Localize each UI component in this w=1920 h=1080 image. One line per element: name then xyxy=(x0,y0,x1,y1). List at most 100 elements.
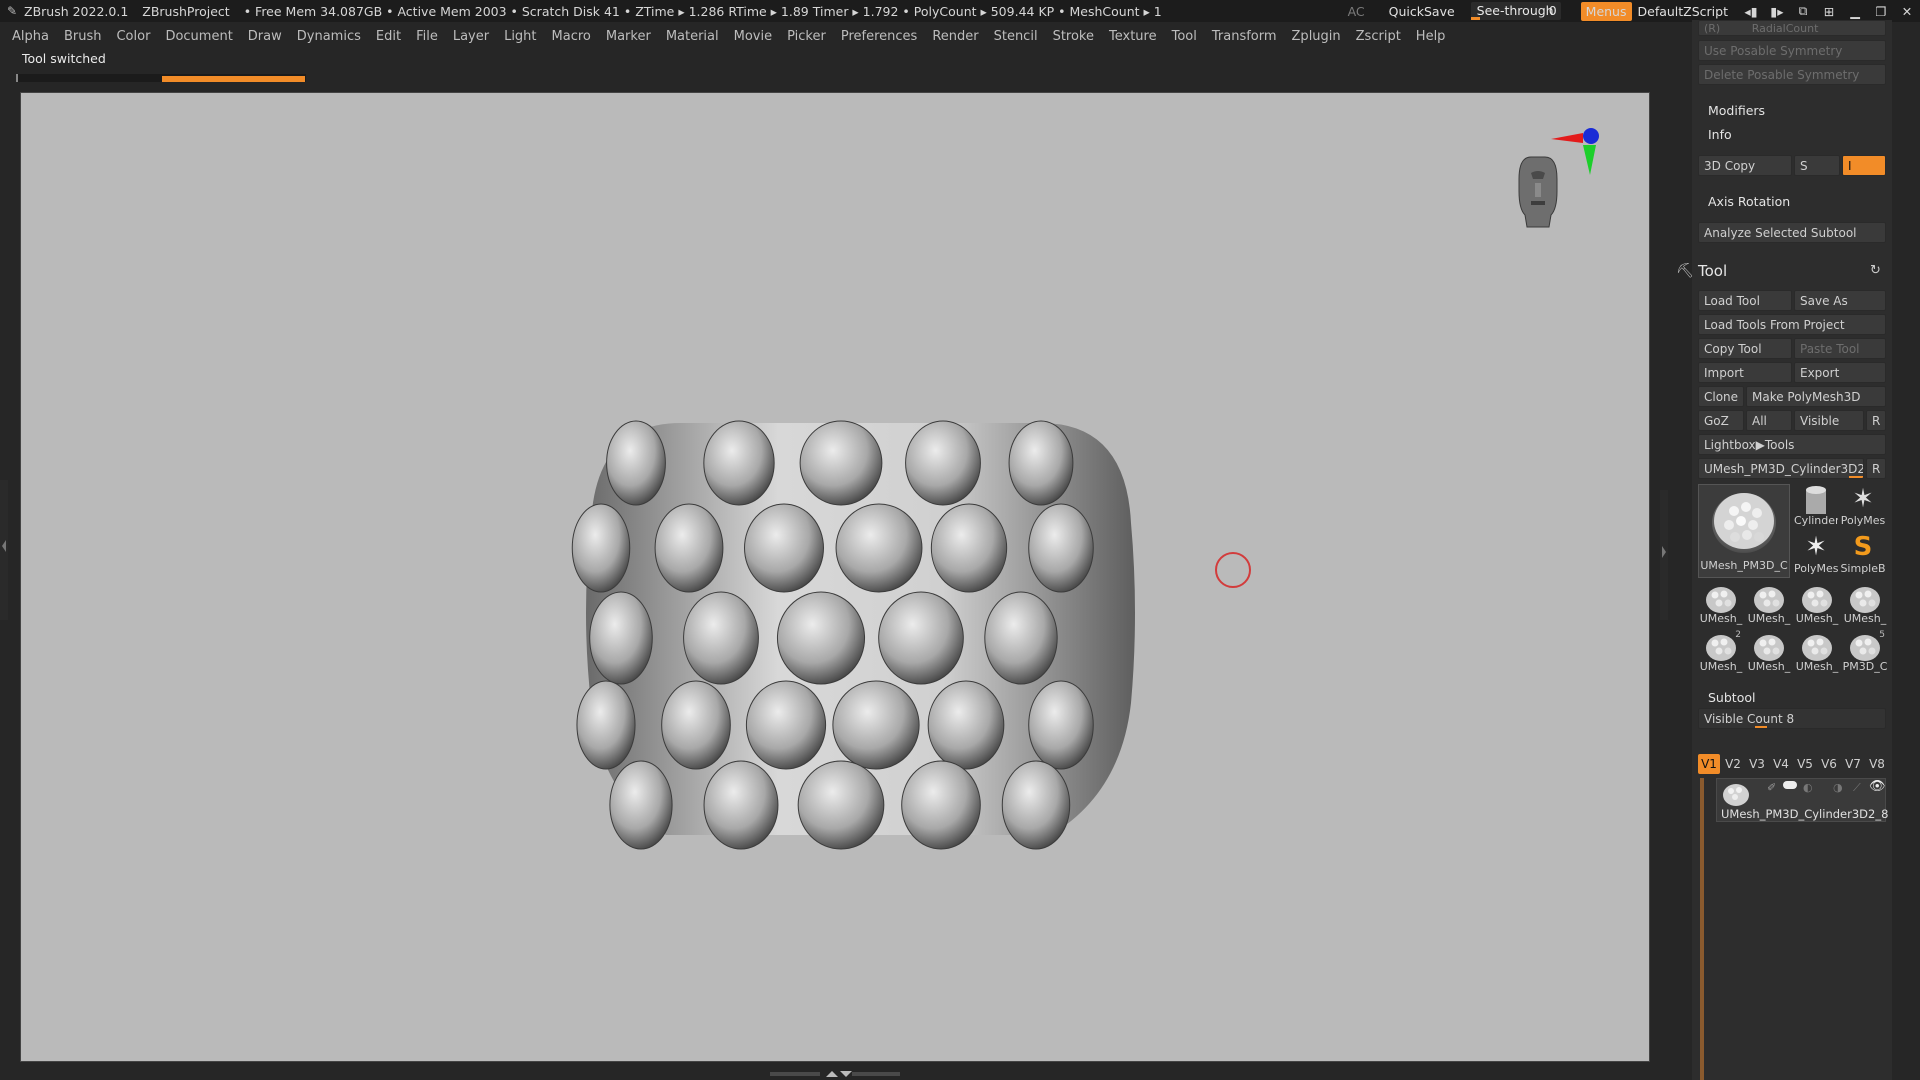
visible-count-slider[interactable]: Visible Count 8 xyxy=(1698,708,1886,729)
tool-thumbnail[interactable]: UMesh_ xyxy=(1842,582,1888,628)
menu-preferences[interactable]: Preferences xyxy=(841,29,917,44)
menu-stencil[interactable]: Stencil xyxy=(994,29,1038,44)
menu-document[interactable]: Document xyxy=(165,29,232,44)
tool-thumbnail[interactable]: UMesh_ xyxy=(1746,630,1792,676)
menu-render[interactable]: Render xyxy=(932,29,978,44)
right-tray-handle[interactable] xyxy=(1660,490,1668,620)
menu-zscript[interactable]: Zscript xyxy=(1356,29,1401,44)
quicksave-button[interactable]: QuickSave xyxy=(1389,4,1455,19)
bottom-tray-handle[interactable] xyxy=(770,1070,900,1078)
menu-dynamics[interactable]: Dynamics xyxy=(297,29,361,44)
tool-palette-header[interactable]: ⛏ Tool ↻ xyxy=(1672,260,1892,286)
load-tool-button[interactable]: Load Tool xyxy=(1698,290,1792,311)
see-through-slider[interactable]: See-through 0 xyxy=(1470,2,1561,20)
3d-copy-s-button[interactable]: S xyxy=(1794,155,1840,176)
tool-thumbnail[interactable]: UMesh_ xyxy=(1794,582,1840,628)
interface-icon[interactable]: ⊞ xyxy=(1816,4,1842,19)
tool-thumbnail[interactable]: UMesh_ xyxy=(1794,630,1840,676)
info-section[interactable]: Info xyxy=(1708,127,1732,142)
menu-color[interactable]: Color xyxy=(116,29,150,44)
subtool-shade-icon[interactable]: ◐ xyxy=(1803,781,1813,794)
canvas-viewport[interactable] xyxy=(20,92,1650,1062)
analyze-selected-subtool-button[interactable]: Analyze Selected Subtool xyxy=(1698,222,1886,243)
layout-icon[interactable]: ⧉ xyxy=(1790,3,1816,19)
simplebrush-tool-thumbnail[interactable]: S SimpleB xyxy=(1840,532,1886,578)
save-as-button[interactable]: Save As xyxy=(1794,290,1886,311)
cylinder-tool-thumbnail[interactable]: Cylinder xyxy=(1794,484,1838,530)
menu-help[interactable]: Help xyxy=(1416,29,1446,44)
delete-posable-symmetry-button[interactable]: Delete Posable Symmetry xyxy=(1698,64,1886,85)
subtool-item[interactable]: ✐ ◐ ◑ ⟋ 👁 UMesh_PM3D_Cylinder3D2_8 xyxy=(1716,778,1888,822)
tool-thumbnail[interactable]: PM3D_C 5 xyxy=(1842,630,1888,676)
menu-picker[interactable]: Picker xyxy=(787,29,826,44)
menu-layer[interactable]: Layer xyxy=(453,29,489,44)
goz-r-button[interactable]: R xyxy=(1866,410,1886,431)
import-button[interactable]: Import xyxy=(1698,362,1792,383)
menu-tool[interactable]: Tool xyxy=(1172,29,1197,44)
version-tab-v5[interactable]: V5 xyxy=(1794,754,1816,774)
subtool-eye-icon[interactable]: 👁 xyxy=(1869,779,1886,794)
copy-tool-button[interactable]: Copy Tool xyxy=(1698,338,1792,359)
refresh-icon[interactable]: ↻ xyxy=(1870,263,1881,278)
subtool-lock-icon[interactable]: ⟋ xyxy=(1853,781,1861,795)
version-tab-v4[interactable]: V4 xyxy=(1770,754,1792,774)
default-zscript-button[interactable]: DefaultZScript xyxy=(1638,4,1729,19)
menu-brush[interactable]: Brush xyxy=(64,29,102,44)
goz-visible-button[interactable]: Visible xyxy=(1794,410,1864,431)
3d-copy-button[interactable]: 3D Copy xyxy=(1698,155,1792,176)
subtool-polygroup-icon[interactable] xyxy=(1783,781,1797,789)
subtool-dynamesh-icon[interactable]: ◑ xyxy=(1833,781,1843,794)
menu-marker[interactable]: Marker xyxy=(606,29,651,44)
goz-all-button[interactable]: All xyxy=(1746,410,1792,431)
menus-toggle-button[interactable]: Menus xyxy=(1580,1,1632,21)
shelf-right-icon[interactable]: ▮▸ xyxy=(1764,4,1790,19)
goz-button[interactable]: GoZ xyxy=(1698,410,1744,431)
active-tool-thumbnail[interactable]: UMesh_PM3D_C xyxy=(1698,484,1790,578)
version-tab-v6[interactable]: V6 xyxy=(1818,754,1840,774)
close-icon[interactable]: ✕ xyxy=(1894,4,1920,19)
menu-alpha[interactable]: Alpha xyxy=(12,29,49,44)
lightbox-tools-button[interactable]: Lightbox▶Tools xyxy=(1698,434,1886,455)
menu-zplugin[interactable]: Zplugin xyxy=(1292,29,1341,44)
subtool-section[interactable]: Subtool xyxy=(1708,690,1755,705)
subtool-brush-icon[interactable]: ✐ xyxy=(1767,781,1776,794)
tool-thumbnail[interactable]: UMesh_ xyxy=(1698,582,1744,628)
use-posable-symmetry-button[interactable]: Use Posable Symmetry xyxy=(1698,40,1886,61)
restore-icon[interactable]: ❐ xyxy=(1868,4,1894,19)
export-button[interactable]: Export xyxy=(1794,362,1886,383)
menu-stroke[interactable]: Stroke xyxy=(1053,29,1094,44)
3d-copy-i-button[interactable]: I xyxy=(1842,155,1886,176)
load-tools-from-project-button[interactable]: Load Tools From Project xyxy=(1698,314,1886,335)
axis-rotation-section[interactable]: Axis Rotation xyxy=(1708,194,1790,209)
paste-tool-button[interactable]: Paste Tool xyxy=(1794,338,1886,359)
current-tool-r-button[interactable]: R xyxy=(1866,458,1886,479)
menu-movie[interactable]: Movie xyxy=(734,29,772,44)
menu-transform[interactable]: Transform xyxy=(1212,29,1277,44)
radial-count-slider[interactable]: (R) RadialCount xyxy=(1698,20,1886,36)
menu-edit[interactable]: Edit xyxy=(376,29,401,44)
menu-draw[interactable]: Draw xyxy=(248,29,282,44)
version-tab-v7[interactable]: V7 xyxy=(1842,754,1864,774)
modifiers-section[interactable]: Modifiers xyxy=(1708,103,1765,118)
make-polymesh3d-button[interactable]: Make PolyMesh3D xyxy=(1746,386,1886,407)
menu-light[interactable]: Light xyxy=(504,29,536,44)
ac-button[interactable]: AC xyxy=(1348,4,1365,19)
minimize-icon[interactable]: ▁ xyxy=(1842,4,1868,19)
polymesh-tool-thumbnail-2[interactable]: ✶ PolyMes xyxy=(1794,532,1838,578)
clone-button[interactable]: Clone xyxy=(1698,386,1744,407)
version-tab-v1[interactable]: V1 xyxy=(1698,754,1720,774)
navigation-gizmo[interactable] xyxy=(1491,113,1621,243)
current-tool-slider[interactable]: UMesh_PM3D_Cylinder3D2_8 xyxy=(1698,458,1864,479)
version-tab-v3[interactable]: V3 xyxy=(1746,754,1768,774)
menu-macro[interactable]: Macro xyxy=(552,29,591,44)
subtool-scrollbar[interactable] xyxy=(1700,778,1704,1080)
tool-thumbnail[interactable]: UMesh_ xyxy=(1746,582,1792,628)
version-tab-v8[interactable]: V8 xyxy=(1866,754,1888,774)
menu-material[interactable]: Material xyxy=(666,29,719,44)
menu-texture[interactable]: Texture xyxy=(1109,29,1157,44)
polymesh-tool-thumbnail-1[interactable]: ✶ PolyMes xyxy=(1840,484,1886,530)
menu-file[interactable]: File xyxy=(416,29,438,44)
tool-thumbnail[interactable]: UMesh_ 2 xyxy=(1698,630,1744,676)
left-tray-handle[interactable] xyxy=(0,480,8,620)
shelf-left-icon[interactable]: ◂▮ xyxy=(1738,4,1764,19)
